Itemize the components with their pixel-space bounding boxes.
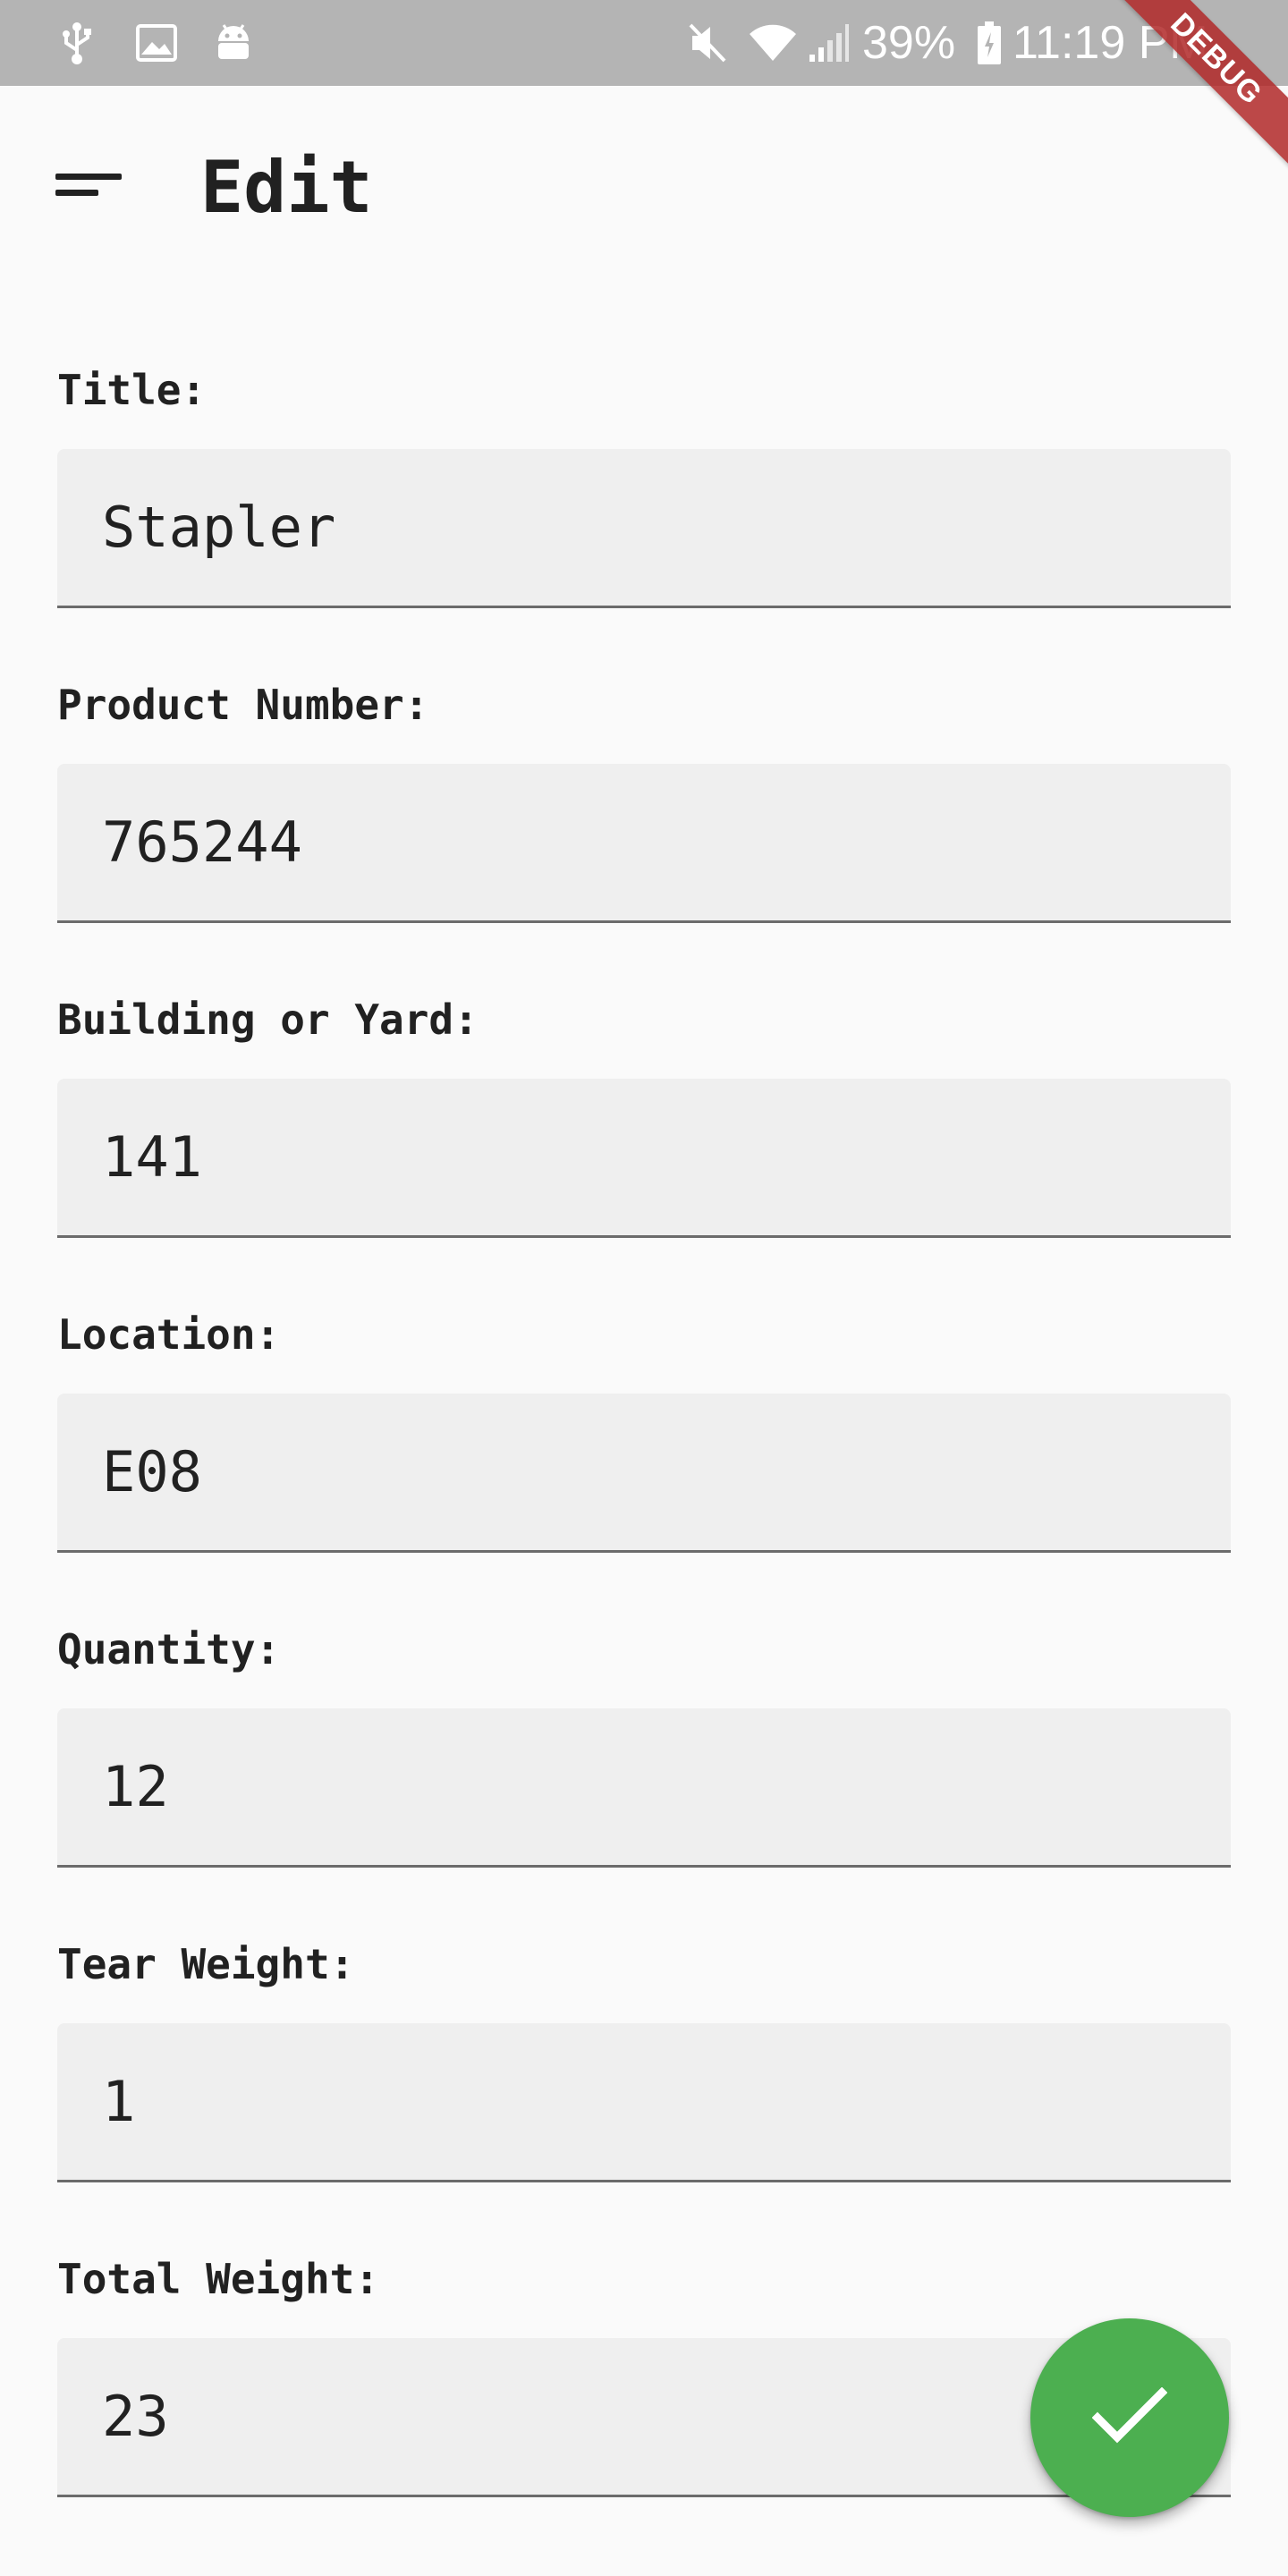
field-building-or-yard: Building or Yard: 141 [57, 995, 1231, 1309]
wifi-icon [748, 18, 798, 68]
field-quantity: Quantity: 12 [57, 1624, 1231, 1939]
menu-button[interactable] [54, 150, 161, 225]
field-label: Total Weight: [57, 2255, 380, 2303]
field-label: Building or Yard: [57, 996, 479, 1044]
field-value: Stapler [102, 495, 336, 560]
field-value: E08 [102, 1439, 202, 1504]
building-or-yard-input[interactable]: 141 [57, 1079, 1231, 1238]
field-label: Quantity: [57, 1625, 281, 1674]
field-label: Title: [57, 366, 207, 414]
save-fab-button[interactable] [1030, 2318, 1229, 2517]
edit-form: Title: Stapler Product Number: 765244 Bu… [57, 365, 1231, 2569]
location-input[interactable]: E08 [57, 1394, 1231, 1553]
quantity-input[interactable]: 12 [57, 1708, 1231, 1868]
battery-percent: 39% [862, 17, 956, 69]
field-value: 1 [102, 2069, 136, 2134]
field-product-number: Product Number: 765244 [57, 680, 1231, 995]
check-icon [1091, 2386, 1168, 2448]
field-value: 12 [102, 1754, 169, 1819]
battery-icon [975, 18, 1004, 68]
field-title: Title: Stapler [57, 365, 1231, 680]
product-number-input[interactable]: 765244 [57, 764, 1231, 923]
tear-weight-input[interactable]: 1 [57, 2023, 1231, 2182]
field-label: Product Number: [57, 681, 429, 729]
title-input[interactable]: Stapler [57, 449, 1231, 608]
field-tear-weight: Tear Weight: 1 [57, 1939, 1231, 2254]
status-bar: 39% 11:19 PM [0, 0, 1288, 86]
field-label: Tear Weight: [57, 1940, 355, 1988]
app-bar: Edit [0, 86, 1288, 301]
mute-icon [685, 18, 730, 68]
usb-icon [55, 18, 98, 68]
signal-icon [807, 18, 852, 68]
field-location: Location: E08 [57, 1309, 1231, 1624]
sort-menu-icon [54, 168, 125, 208]
field-label: Location: [57, 1310, 281, 1359]
image-icon [134, 18, 179, 68]
field-value: 23 [102, 2384, 169, 2449]
field-value: 141 [102, 1124, 202, 1190]
field-value: 765244 [102, 809, 302, 875]
android-icon [211, 18, 256, 68]
page-title: Edit [200, 146, 373, 229]
